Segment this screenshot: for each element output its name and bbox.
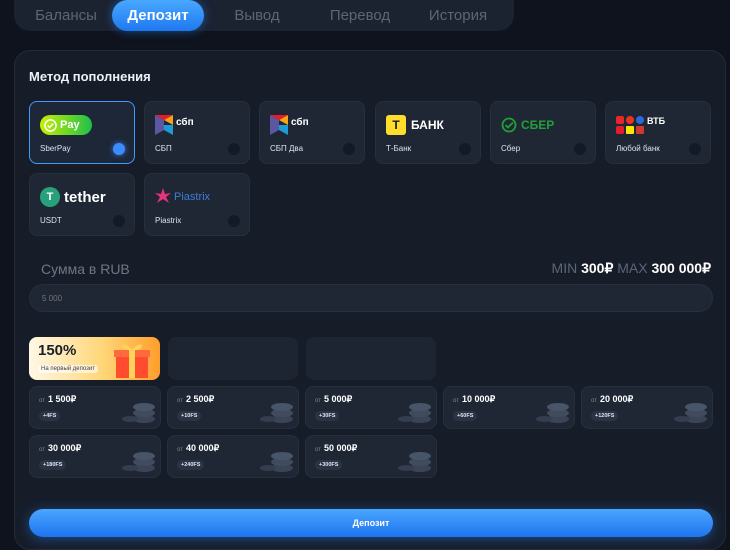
sber-check-icon bbox=[501, 117, 517, 133]
coins-icon bbox=[122, 452, 155, 472]
method-sber[interactable]: СБЕР Сбер bbox=[490, 101, 596, 164]
sbp-icon bbox=[155, 115, 173, 135]
method-sberpay[interactable]: Pay SberPay bbox=[29, 101, 135, 164]
preset-2500[interactable]: от 2 500₽ +10FS bbox=[167, 386, 299, 429]
method-radio[interactable] bbox=[343, 143, 355, 155]
method-label: Piastrix bbox=[155, 216, 182, 225]
coins-icon bbox=[398, 403, 431, 423]
method-radio[interactable] bbox=[689, 143, 701, 155]
coins-icon bbox=[674, 403, 707, 423]
sum-label: Сумма в RUB bbox=[41, 261, 130, 277]
method-label: СБП Два bbox=[270, 144, 304, 153]
fs-badge: +10FS bbox=[177, 411, 202, 421]
method-label: Сбер bbox=[501, 144, 521, 153]
tab-withdraw[interactable]: Вывод bbox=[204, 0, 310, 31]
preset-40000[interactable]: от 40 000₽ +240FS bbox=[167, 435, 299, 478]
method-radio[interactable] bbox=[113, 215, 125, 227]
preset-20000[interactable]: от 20 000₽ +120FS bbox=[581, 386, 713, 429]
method-sbp[interactable]: сбп СБП bbox=[144, 101, 250, 164]
deposit-submit-button[interactable]: Депозит bbox=[29, 509, 713, 537]
tab-deposit[interactable]: Депозит bbox=[112, 0, 204, 31]
method-tbank[interactable]: Т БАНК Т-Банк bbox=[375, 101, 481, 164]
tether-logo: T tether bbox=[40, 186, 106, 208]
tab-balances[interactable]: Балансы bbox=[20, 0, 112, 31]
fs-badge: +4FS bbox=[39, 411, 61, 421]
sbp-logo: сбп bbox=[155, 114, 194, 136]
method-radio[interactable] bbox=[113, 143, 125, 155]
empty-slot bbox=[306, 337, 436, 380]
coins-icon bbox=[536, 403, 569, 423]
bonus-percent: 150% bbox=[38, 342, 77, 359]
piastrix-icon bbox=[155, 188, 171, 203]
coins-icon bbox=[398, 452, 431, 472]
tbank-logo: Т БАНК bbox=[386, 114, 444, 136]
method-title: Метод пополнения bbox=[29, 69, 151, 84]
method-usdt[interactable]: T tether USDT bbox=[29, 173, 135, 236]
coins-icon bbox=[260, 403, 293, 423]
bonus-subtitle: На первый депозит bbox=[38, 365, 98, 373]
fs-badge: +180FS bbox=[39, 460, 67, 470]
max-label: MAX bbox=[617, 260, 648, 276]
min-value: 300₽ bbox=[581, 260, 614, 276]
method-label: Т-Банк bbox=[386, 144, 412, 153]
fs-badge: +240FS bbox=[177, 460, 205, 470]
sber-logo: СБЕР bbox=[501, 114, 554, 136]
min-label: MIN bbox=[551, 260, 578, 276]
fs-badge: +120FS bbox=[591, 411, 619, 421]
max-value: 300 000₽ bbox=[651, 260, 711, 276]
fs-badge: +30FS bbox=[315, 411, 340, 421]
preset-10000[interactable]: от 10 000₽ +60FS bbox=[443, 386, 575, 429]
method-radio[interactable] bbox=[228, 215, 240, 227]
tab-transfer[interactable]: Перевод bbox=[310, 0, 410, 31]
empty-slot bbox=[168, 337, 298, 380]
coins-icon bbox=[122, 403, 155, 423]
fs-badge: +60FS bbox=[453, 411, 478, 421]
preset-30000[interactable]: от 30 000₽ +180FS bbox=[29, 435, 161, 478]
method-radio[interactable] bbox=[228, 143, 240, 155]
fs-badge: +300FS bbox=[315, 460, 343, 470]
method-label: USDT bbox=[40, 216, 62, 225]
check-icon bbox=[44, 118, 57, 132]
preset-5000[interactable]: от 5 000₽ +30FS bbox=[305, 386, 437, 429]
amount-input[interactable] bbox=[29, 284, 713, 312]
preset-50000[interactable]: от 50 000₽ +300FS bbox=[305, 435, 437, 478]
method-piastrix[interactable]: Piastrix Piastrix bbox=[144, 173, 250, 236]
gift-icon bbox=[114, 344, 150, 378]
tab-history[interactable]: История bbox=[410, 0, 506, 31]
deposit-panel: Метод пополнения Pay SberPay сбп СБП сбп… bbox=[14, 50, 726, 550]
banks-logo: ВТБ bbox=[616, 114, 665, 136]
method-any-bank[interactable]: ВТБ Любой банк bbox=[605, 101, 711, 164]
sberpay-logo: Pay bbox=[40, 114, 92, 136]
limits: MIN 300₽ MAX 300 000₽ bbox=[552, 260, 711, 277]
method-label: SberPay bbox=[40, 144, 71, 153]
method-label: Любой банк bbox=[616, 144, 660, 153]
method-label: СБП bbox=[155, 144, 172, 153]
bonus-card[interactable]: 150% На первый депозит bbox=[29, 337, 160, 380]
top-tabs: Балансы Депозит Вывод Перевод История bbox=[14, 0, 514, 31]
method-radio[interactable] bbox=[459, 143, 471, 155]
sbp-logo: сбп bbox=[270, 114, 309, 136]
piastrix-logo: Piastrix bbox=[155, 186, 210, 208]
method-radio[interactable] bbox=[574, 143, 586, 155]
method-sbp-two[interactable]: сбп СБП Два bbox=[259, 101, 365, 164]
preset-1500[interactable]: от 1 500₽ +4FS bbox=[29, 386, 161, 429]
coins-icon bbox=[260, 452, 293, 472]
sbp-icon bbox=[270, 115, 288, 135]
